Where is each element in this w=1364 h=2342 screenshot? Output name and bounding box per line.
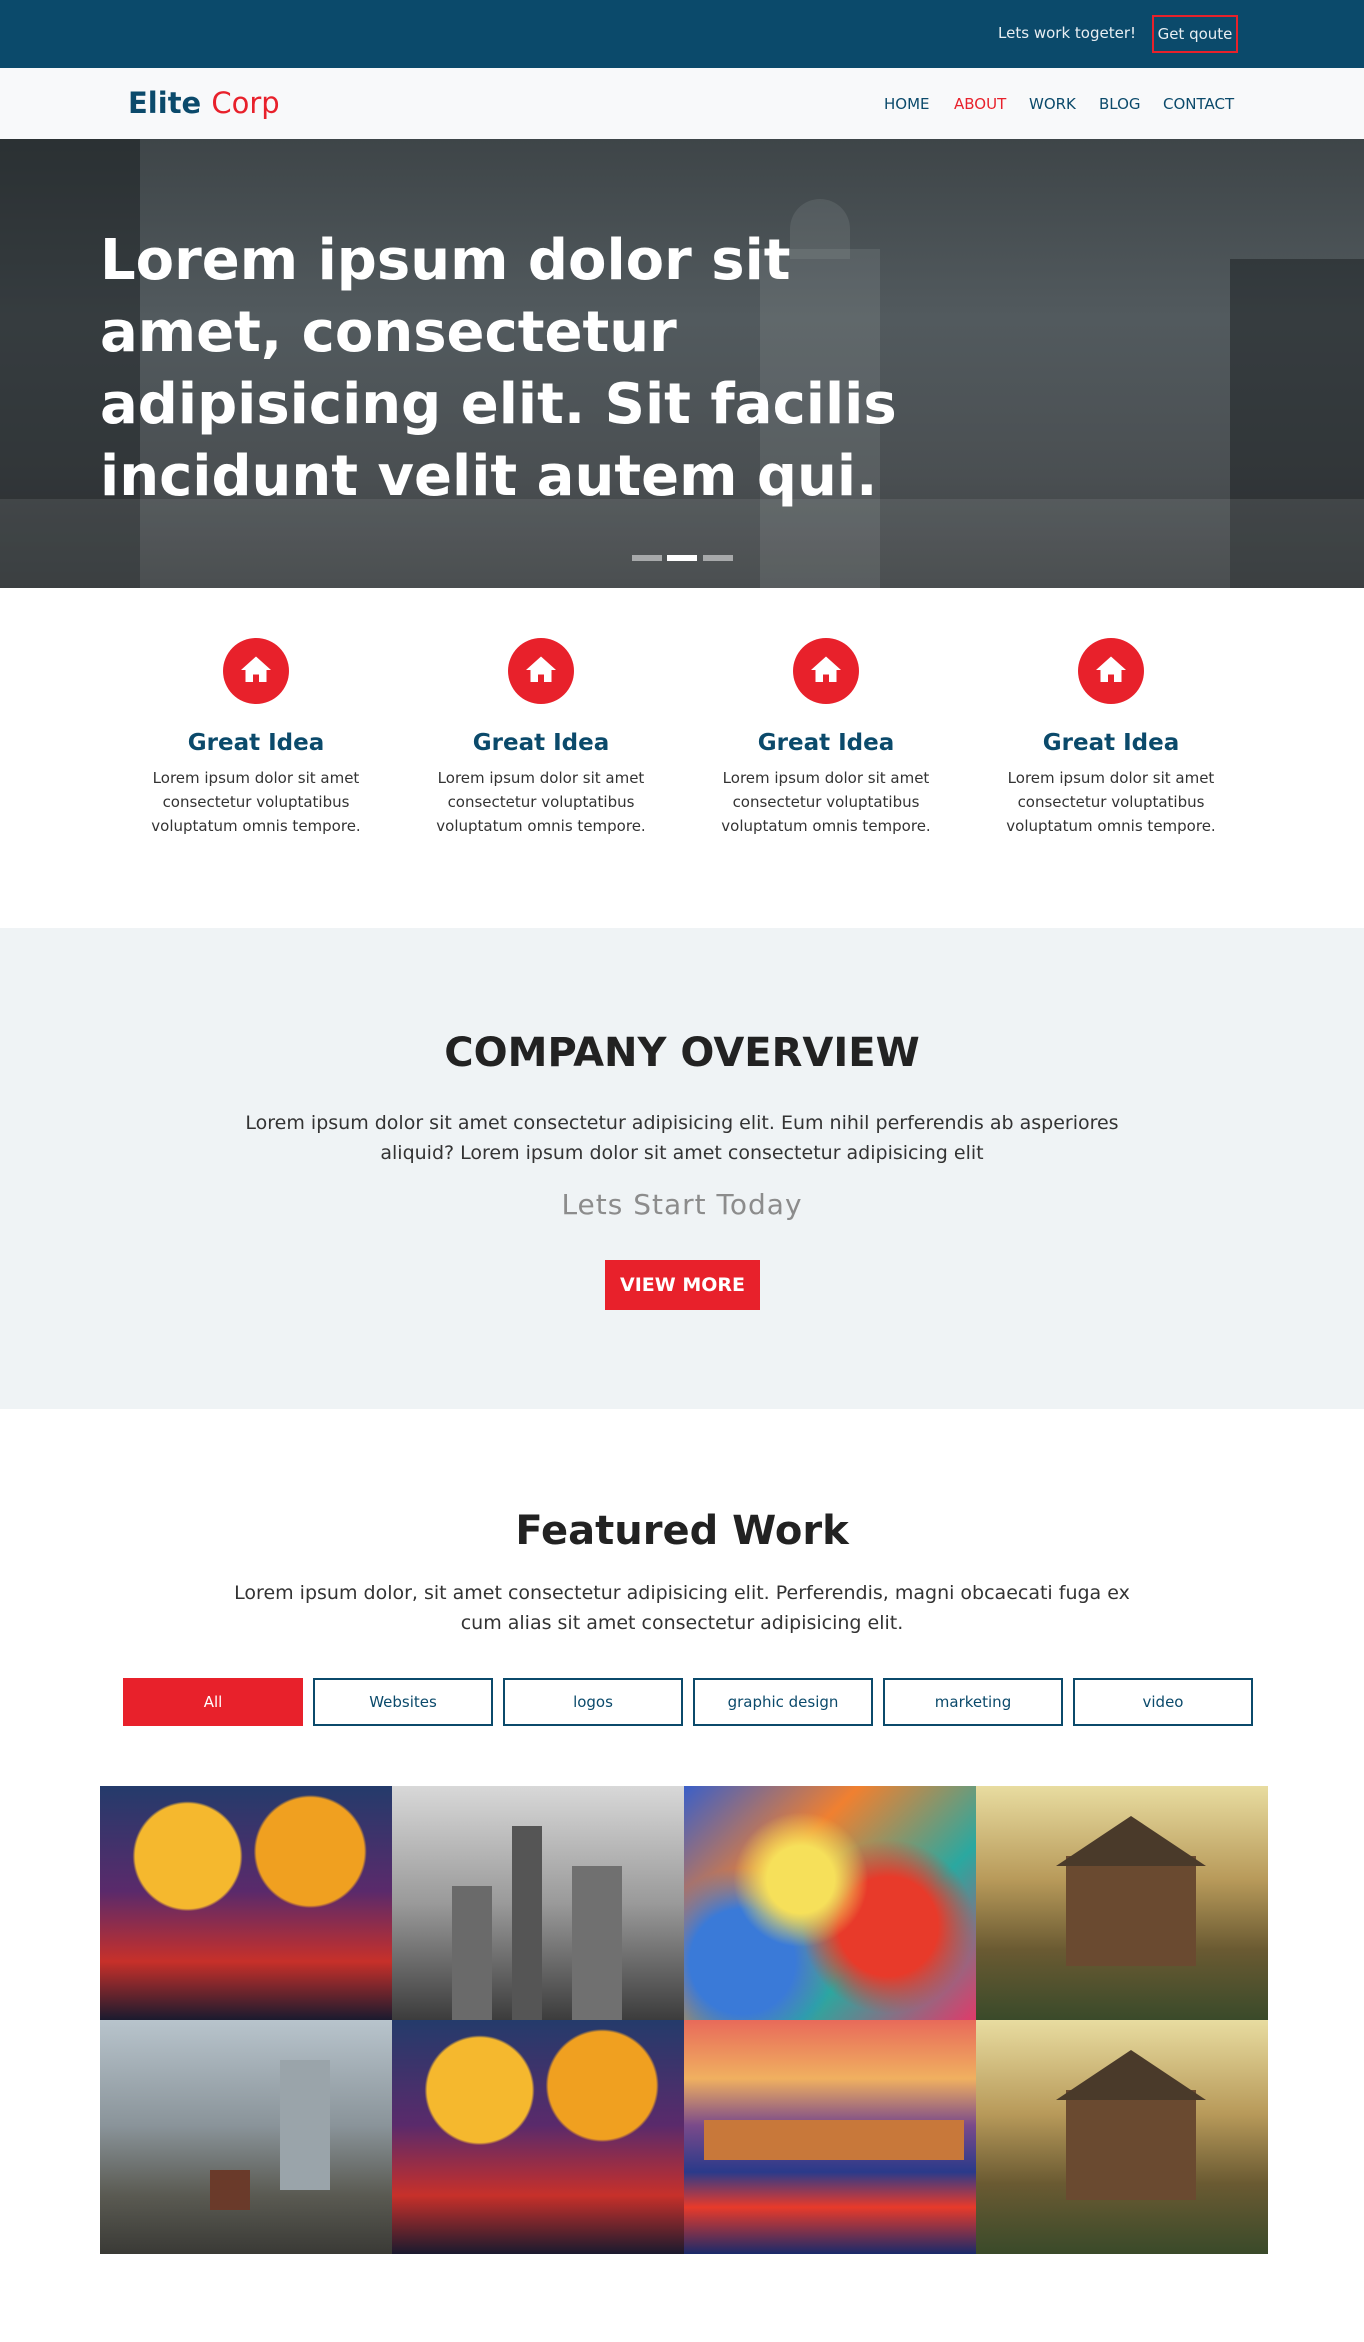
hero-carousel[interactable]: Lorem ipsum dolor sit amet, consectetur … (0, 139, 1364, 588)
overview-text: Lorem ipsum dolor sit amet consectetur a… (245, 1112, 1119, 1164)
gallery-cottage-house (1066, 1856, 1196, 1966)
nav-home[interactable]: HOME (884, 95, 930, 113)
top-bar-tagline: Lets work togeter! (998, 24, 1136, 42)
gallery-image-cottage-2[interactable] (976, 2020, 1268, 2254)
gallery-image-balloons[interactable] (100, 1786, 392, 2020)
brand-logo[interactable]: Elite Corp (128, 86, 280, 120)
gallery-image-harbor-sunset[interactable] (684, 2020, 976, 2254)
hero-headline: Lorem ipsum dolor sit amet, consectetur … (100, 228, 897, 509)
navbar: Elite Corp HOME ABOUT WORK BLOG CONTACT (0, 68, 1364, 139)
feature-title: Great Idea (757, 730, 895, 756)
feature-card: Great Idea Lorem ipsum dolor sit amet co… (416, 638, 666, 838)
feature-title: Great Idea (1042, 730, 1180, 756)
gallery-street-dome (280, 2060, 330, 2190)
filter-video[interactable]: video (1073, 1678, 1253, 1726)
feature-text: Lorem ipsum dolor sit amet consectetur v… (436, 769, 646, 835)
featured-work-text: Lorem ipsum dolor, sit amet consectetur … (234, 1582, 1130, 1634)
filter-graphic-design[interactable]: graphic design (693, 1678, 873, 1726)
brand-name-accent: Corp (211, 86, 280, 120)
feature-text: Lorem ipsum dolor sit amet consectetur v… (151, 769, 361, 835)
carousel-indicator-2[interactable] (667, 555, 697, 561)
gallery-image-cottage[interactable] (976, 1786, 1268, 2020)
gallery-cottage-house (1066, 2090, 1196, 2200)
nav-work[interactable]: WORK (1029, 95, 1076, 113)
overview-tagline: Lets Start Today (561, 1188, 803, 1221)
home-icon (1078, 638, 1144, 704)
home-icon (508, 638, 574, 704)
home-icon (793, 638, 859, 704)
carousel-indicator-1[interactable] (632, 555, 662, 561)
gallery-street-tram (210, 2170, 250, 2210)
gallery-harbor-buildings (704, 2120, 964, 2160)
feature-card: Great Idea Lorem ipsum dolor sit amet co… (131, 638, 381, 838)
get-quote-button[interactable]: Get qoute (1152, 15, 1238, 53)
feature-text: Lorem ipsum dolor sit amet consectetur v… (721, 769, 931, 835)
gallery-city-tower (512, 1826, 542, 2020)
company-overview-section: COMPANY OVERVIEW Lorem ipsum dolor sit a… (0, 928, 1364, 1409)
featured-work-title: Featured Work (515, 1508, 849, 1554)
gallery-image-street-tram[interactable] (100, 2020, 392, 2254)
filter-websites[interactable]: Websites (313, 1678, 493, 1726)
view-more-button[interactable]: VIEW MORE (605, 1260, 760, 1310)
gallery-image-color-clouds[interactable] (684, 1786, 976, 2020)
feature-card: Great Idea Lorem ipsum dolor sit amet co… (986, 638, 1236, 838)
feature-text: Lorem ipsum dolor sit amet consectetur v… (1006, 769, 1216, 835)
gallery-city-building (572, 1866, 622, 2020)
feature-card: Great Idea Lorem ipsum dolor sit amet co… (701, 638, 951, 838)
gallery-image-rainy-city[interactable] (392, 1786, 684, 2020)
nav-blog[interactable]: BLOG (1099, 95, 1141, 113)
filter-logos[interactable]: logos (503, 1678, 683, 1726)
filter-all[interactable]: All (123, 1678, 303, 1726)
gallery-city-building (452, 1886, 492, 2020)
home-icon (223, 638, 289, 704)
nav-contact[interactable]: CONTACT (1163, 95, 1234, 113)
nav-about[interactable]: ABOUT (954, 95, 1006, 113)
feature-title: Great Idea (472, 730, 610, 756)
gallery-cottage-roof (1056, 1816, 1206, 1866)
carousel-indicator-3[interactable] (703, 555, 733, 561)
top-bar: Lets work togeter! Get qoute (0, 0, 1364, 68)
gallery-image-balloons-2[interactable] (392, 2020, 684, 2254)
feature-title: Great Idea (187, 730, 325, 756)
gallery-cottage-roof (1056, 2050, 1206, 2100)
brand-name-primary: Elite (128, 86, 202, 120)
filter-marketing[interactable]: marketing (883, 1678, 1063, 1726)
overview-title: COMPANY OVERVIEW (444, 1030, 920, 1076)
